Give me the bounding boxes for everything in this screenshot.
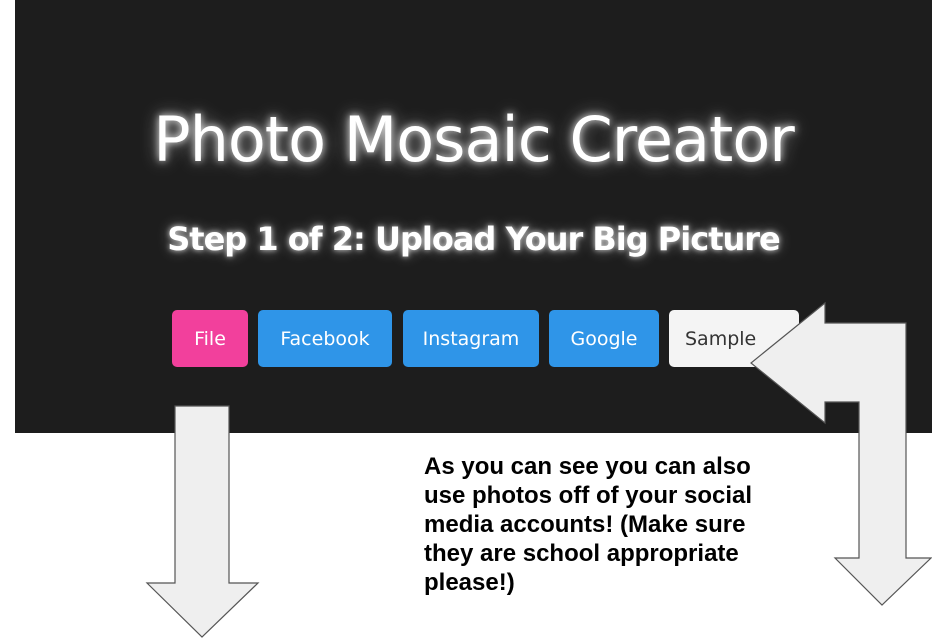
annotation-line: please!) <box>424 569 515 596</box>
annotation-text: As you can see you can also use photos o… <box>424 452 844 597</box>
annotation-line: media accounts! (Make sure <box>424 511 746 538</box>
annotation-line: use photos off of your social <box>424 482 753 509</box>
annotation-line: As you can see you can also <box>424 453 751 480</box>
annotation-line: they are school appropriate <box>424 540 739 567</box>
